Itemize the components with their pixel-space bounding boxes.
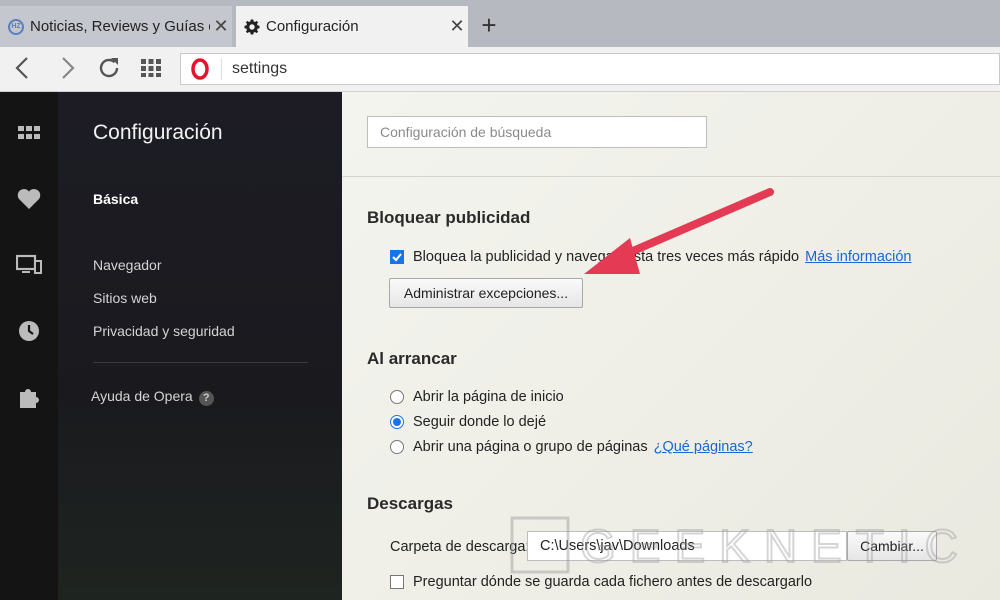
help-question-icon: ? bbox=[198, 391, 214, 406]
reload-icon[interactable] bbox=[94, 53, 124, 83]
sidebar-item-privacidad[interactable]: Privacidad y seguridad bbox=[93, 323, 235, 339]
opera-sidebar bbox=[0, 92, 58, 600]
help-label: Ayuda de Opera bbox=[91, 388, 193, 404]
settings-search-input[interactable] bbox=[367, 116, 707, 148]
download-folder-label: Carpeta de descarga: bbox=[390, 539, 530, 555]
startup-option-continue[interactable]: Seguir donde lo dejé bbox=[390, 414, 546, 430]
address-toolbar: settings bbox=[0, 47, 1000, 92]
radio-label: Abrir la página de inicio bbox=[413, 389, 564, 405]
radio-label: Seguir donde lo dejé bbox=[413, 414, 547, 430]
downloads-heading: Descargas bbox=[367, 494, 454, 513]
startup-heading: Al arrancar bbox=[367, 349, 457, 368]
forward-icon[interactable] bbox=[52, 53, 82, 83]
manage-exceptions-button[interactable]: Administrar excepciones... bbox=[389, 278, 583, 308]
startup-option-pages[interactable]: Abrir una página o grupo de páginas ¿Qué… bbox=[390, 439, 753, 455]
sidebar-item-ayuda[interactable]: Ayuda de Opera? bbox=[91, 388, 214, 406]
address-url: settings bbox=[232, 60, 288, 77]
tab-title: Configuración bbox=[266, 18, 359, 35]
adblock-heading: Bloquear publicidad bbox=[367, 208, 531, 227]
sidebar-divider bbox=[93, 362, 308, 363]
sidebar-item-sitios-web[interactable]: Sitios web bbox=[93, 290, 157, 306]
extensions-puzzle-icon[interactable] bbox=[16, 384, 42, 410]
svg-text:GEEKNETIC: GEEKNETIC bbox=[580, 520, 972, 572]
search-divider bbox=[342, 176, 1000, 177]
tab-configuracion[interactable]: Configuración ✕ bbox=[236, 6, 468, 47]
new-tab-button[interactable]: + bbox=[474, 10, 504, 42]
adblock-checkbox[interactable] bbox=[390, 250, 404, 264]
tab-bar: HZ Noticias, Reviews y Guías d ✕ Configu… bbox=[0, 0, 1000, 49]
sidebar-item-navegador[interactable]: Navegador bbox=[93, 257, 162, 273]
settings-sidebar: Configuración Básica Navegador Sitios we… bbox=[58, 92, 342, 600]
radio-pages[interactable] bbox=[390, 440, 404, 454]
back-icon[interactable] bbox=[8, 53, 38, 83]
startup-option-homepage[interactable]: Abrir la página de inicio bbox=[390, 389, 564, 405]
opera-logo-icon bbox=[191, 58, 209, 80]
check-icon bbox=[392, 253, 402, 262]
heart-icon[interactable] bbox=[16, 186, 42, 212]
speed-dial-icon[interactable] bbox=[16, 120, 42, 146]
gear-icon bbox=[244, 19, 260, 34]
more-info-link[interactable]: Más información bbox=[805, 249, 911, 265]
address-separator bbox=[221, 58, 222, 80]
radio-continue[interactable] bbox=[390, 415, 404, 429]
tab-title: Noticias, Reviews y Guías d bbox=[30, 18, 210, 35]
address-bar[interactable]: settings bbox=[180, 53, 1000, 85]
history-clock-icon[interactable] bbox=[16, 318, 42, 344]
ask-download-checkbox[interactable] bbox=[390, 575, 404, 589]
radio-homepage[interactable] bbox=[390, 390, 404, 404]
which-pages-link[interactable]: ¿Qué páginas? bbox=[654, 439, 753, 455]
hz-favicon-icon: HZ bbox=[8, 18, 24, 35]
speed-dial-grid-icon[interactable] bbox=[136, 53, 166, 83]
devices-icon[interactable] bbox=[16, 252, 42, 278]
tab-noticias[interactable]: HZ Noticias, Reviews y Guías d ✕ bbox=[0, 6, 232, 47]
annotation-arrow bbox=[584, 188, 774, 274]
geeknetic-watermark-logo: GEEKNETIC bbox=[510, 516, 972, 574]
page-title: Configuración bbox=[93, 121, 223, 144]
sidebar-item-basica[interactable]: Básica bbox=[93, 191, 138, 207]
radio-label: Abrir una página o grupo de páginas bbox=[413, 439, 648, 455]
close-icon[interactable]: ✕ bbox=[210, 16, 232, 37]
close-icon[interactable]: ✕ bbox=[446, 16, 468, 37]
